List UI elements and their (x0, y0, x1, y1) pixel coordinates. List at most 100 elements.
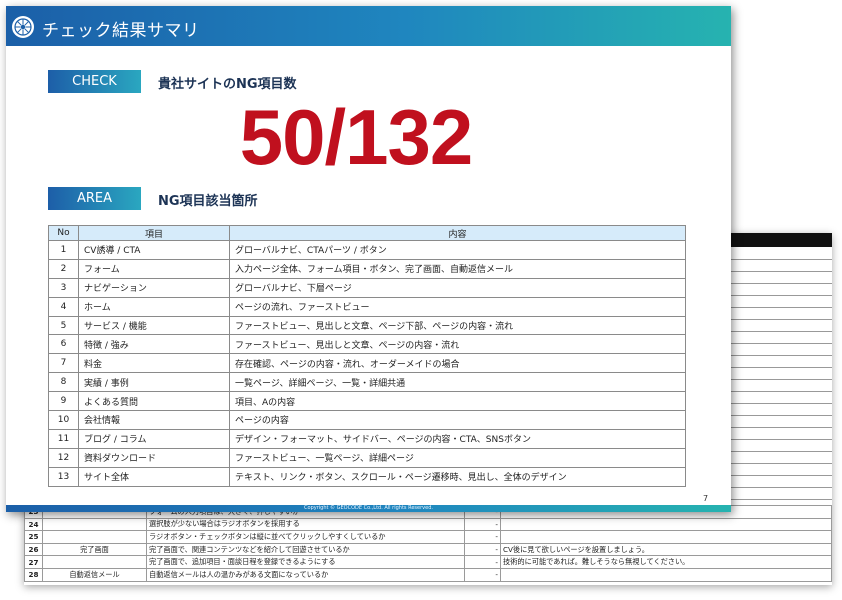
row-detail: 一覧ページ、詳細ページ、一覧・詳細共通 (229, 372, 686, 393)
table-row: 5 サービス / 機能 ファーストビュー、見出しと文章、ページ下部、ページの内容… (48, 315, 686, 336)
table-row: 7 料金 存在確認、ページの内容・流れ、オーダーメイドの場合 (48, 353, 686, 374)
column-header-detail: 内容 (229, 225, 686, 241)
table-row: 2 フォーム 入力ページ全体、フォーム項目・ボタン、完了画面、自動返信メール (48, 258, 686, 279)
back-sheet-rule (724, 331, 832, 332)
back-sheet-rule (724, 391, 832, 392)
row-category: よくある質問 (78, 391, 230, 412)
table-row: 9 よくある質問 項目、Aの内容 (48, 391, 686, 412)
back-sheet-rule (724, 271, 832, 272)
row-detail: 項目、Aの内容 (229, 391, 686, 412)
row-category: ホーム (78, 296, 230, 317)
copyright-text: Copyright © GEOCODE Co.,Ltd. All rights … (304, 505, 433, 511)
row-dropdown[interactable]: - (464, 555, 501, 569)
back-sheet-rule (724, 367, 832, 368)
back-checklist-table: 23 フォームの入力項目は、大きく、押しやすいか - 24 選択肢が少ない場合は… (24, 505, 832, 582)
row-number: 12 (48, 447, 79, 468)
row-category: サイト全体 (78, 466, 230, 487)
table-row: 26 完了画面 完了画面で、関連コンテンツなどを紹介して回遊させているか - C… (24, 542, 832, 557)
row-check-item: 自動返信メールは人の温かみがある文面になっているか (146, 567, 465, 582)
row-check-item: 完了画面で、関連コンテンツなどを紹介して回遊させているか (146, 542, 465, 557)
back-sheet-rule (724, 439, 832, 440)
back-sheet-rule (724, 487, 832, 488)
row-number: 7 (48, 353, 79, 374)
row-detail: テキスト、リンク・ボタン、スクロール・ページ遷移時、見出し、全体のデザイン (229, 466, 686, 487)
row-dropdown[interactable]: - (464, 517, 501, 532)
table-row: 28 自動返信メール 自動返信メールは人の温かみがある文面になっているか - (24, 567, 832, 582)
table-row: 6 特徴 / 強み ファーストビュー、見出しと文章、ページの内容・流れ (48, 334, 686, 355)
row-subcategory: 自動返信メール (42, 567, 147, 582)
row-note (500, 517, 832, 532)
ng-area-table: No 項目 内容 1 CV誘導 / CTA グローバルナビ、CTAパーツ / ボ… (48, 225, 686, 487)
row-number: 3 (48, 277, 79, 298)
row-dropdown[interactable]: - (464, 567, 501, 582)
table-row: 4 ホーム ページの流れ、ファーストビュー (48, 296, 686, 317)
row-category: ブログ / コラム (78, 428, 230, 449)
back-sheet-rule (724, 451, 832, 452)
ng-score: 50/132 (239, 93, 474, 181)
back-sheet-rule (724, 403, 832, 404)
back-sheet-rule (724, 463, 832, 464)
row-number: 25 (24, 530, 43, 544)
row-category: フォーム (78, 258, 230, 279)
row-subcategory (42, 555, 147, 569)
table-row: 13 サイト全体 テキスト、リンク・ボタン、スクロール・ページ遷移時、見出し、全… (48, 466, 686, 487)
back-sheet-rule (724, 343, 832, 344)
row-category: サービス / 機能 (78, 315, 230, 336)
row-note (500, 567, 832, 582)
row-number: 10 (48, 410, 79, 430)
row-detail: ページの流れ、ファーストビュー (229, 296, 686, 317)
row-number: 4 (48, 296, 79, 317)
row-note: CV後に見て欲しいページを設置しましょう。 (500, 542, 832, 557)
table-row: 8 実績 / 事例 一覧ページ、詳細ページ、一覧・詳細共通 (48, 372, 686, 393)
row-number: 6 (48, 334, 79, 355)
row-detail: ページの内容 (229, 410, 686, 430)
table-row: 24 選択肢が少ない場合はラジオボタンを採用する - (24, 517, 832, 532)
row-number: 27 (24, 555, 43, 569)
slide-header: チェック結果サマリ (6, 6, 731, 46)
area-section-title: NG項目該当箇所 (158, 194, 258, 209)
back-sheet-rule (724, 355, 832, 356)
check-section-title: 貴社サイトのNG項目数 (158, 77, 297, 92)
row-detail: ファーストビュー、一覧ページ、詳細ページ (229, 447, 686, 468)
row-number: 8 (48, 372, 79, 393)
row-number: 13 (48, 466, 79, 487)
row-detail: ファーストビュー、見出しと文章、ページ下部、ページの内容・流れ (229, 315, 686, 336)
row-detail: 存在確認、ページの内容・流れ、オーダーメイドの場合 (229, 353, 686, 374)
table-row: 12 資料ダウンロード ファーストビュー、一覧ページ、詳細ページ (48, 447, 686, 468)
row-category: 料金 (78, 353, 230, 374)
table-row: 1 CV誘導 / CTA グローバルナビ、CTAパーツ / ボタン (48, 240, 686, 260)
row-subcategory (42, 517, 147, 532)
check-label-badge: CHECK (48, 70, 141, 93)
screenshot-canvas: 23 フォームの入力項目は、大きく、押しやすいか - 24 選択肢が少ない場合は… (0, 0, 842, 600)
summary-slide: チェック結果サマリ CHECK 貴社サイトのNG項目数 50/132 AREA … (6, 6, 731, 512)
page-title: チェック結果サマリ (42, 21, 200, 41)
page-number: 7 (703, 494, 709, 503)
row-subcategory (42, 530, 147, 544)
table-row: 11 ブログ / コラム デザイン・フォーマット、サイドバー、ページの内容・CT… (48, 428, 686, 449)
row-note (500, 530, 832, 544)
row-category: 特徴 / 強み (78, 334, 230, 355)
table-row: 27 完了画面で、追加項目・面談日程を登録できるようにする - 技術的に可能であ… (24, 555, 832, 569)
row-dropdown[interactable]: - (464, 530, 501, 544)
row-subcategory: 完了画面 (42, 542, 147, 557)
column-header-no: No (48, 225, 79, 241)
back-sheet-rule (724, 475, 832, 476)
back-sheet-rule (724, 499, 832, 500)
back-sheet-rule (724, 307, 832, 308)
row-dropdown[interactable]: - (464, 542, 501, 557)
area-label-badge: AREA (48, 187, 141, 210)
table-row: 10 会社情報 ページの内容 (48, 410, 686, 430)
column-header-category: 項目 (78, 225, 230, 241)
row-detail: デザイン・フォーマット、サイドバー、ページの内容・CTA、SNSボタン (229, 428, 686, 449)
back-sheet-rule (724, 379, 832, 380)
row-number: 11 (48, 428, 79, 449)
row-number: 1 (48, 240, 79, 260)
row-category: 実績 / 事例 (78, 372, 230, 393)
row-note: 技術的に可能であれば。難しそうなら無視してください。 (500, 555, 832, 569)
row-detail: ファーストビュー、見出しと文章、ページの内容・流れ (229, 334, 686, 355)
row-number: 24 (24, 517, 43, 532)
row-category: CV誘導 / CTA (78, 240, 230, 260)
table-row: 3 ナビゲーション グローバルナビ、下層ページ (48, 277, 686, 298)
back-sheet-rule (724, 295, 832, 296)
row-number: 2 (48, 258, 79, 279)
